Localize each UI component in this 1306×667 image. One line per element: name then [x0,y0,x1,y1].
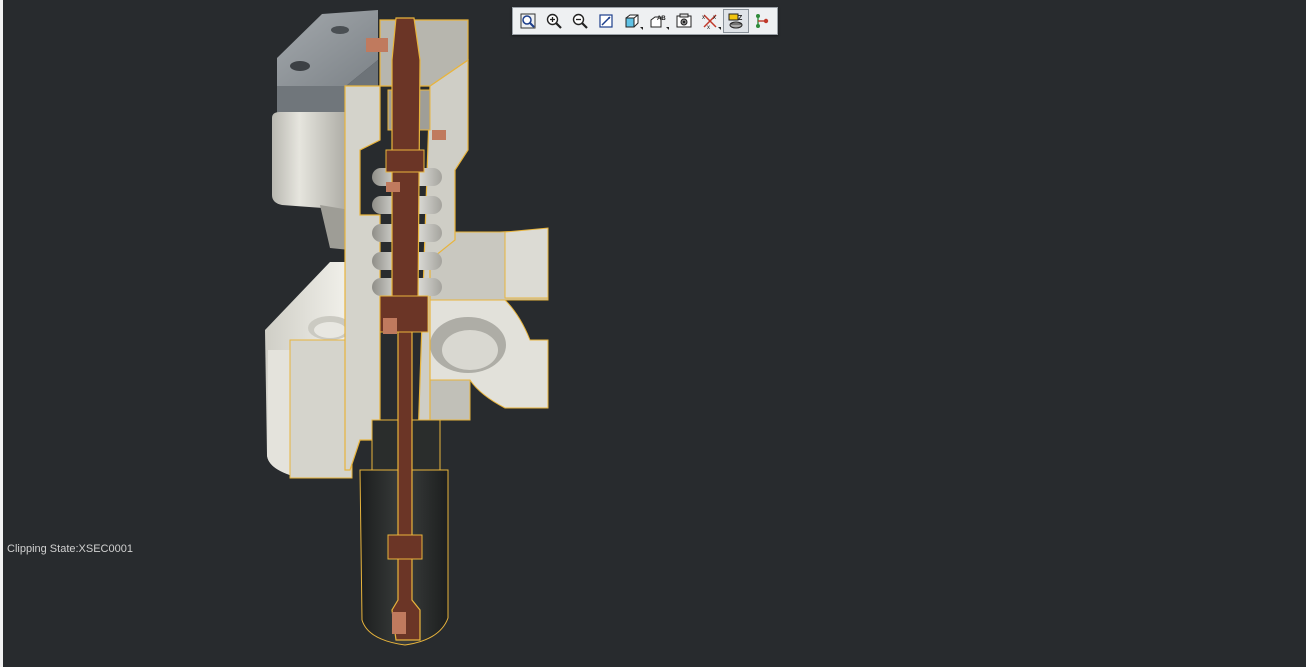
refit-icon [520,13,536,29]
svg-text:AB: AB [657,16,666,22]
repaint-icon [599,14,613,28]
svg-text:x: x [707,25,710,30]
window-edge [0,0,3,667]
datum-display-button[interactable]: x x x [697,9,723,33]
svg-text:Z: Z [738,15,743,22]
view-toolbar: AB x x x Z [512,7,778,35]
zoom-in-button[interactable] [541,9,567,33]
zoom-in-icon [546,13,562,29]
annotation-display-button[interactable]: Z [723,9,749,33]
svg-text:x: x [702,15,705,21]
saved-orientations-icon: AB [650,16,666,28]
right-port [429,227,549,421]
repaint-button[interactable] [593,9,619,33]
graphics-viewport[interactable]: AB x x x Z Clipping State:XSEC0001 [0,0,1306,667]
upper-body [272,112,350,250]
spin-center-icon [756,14,769,28]
view-manager-button[interactable] [671,9,697,33]
refit-button[interactable] [515,9,541,33]
annotation-display-icon: Z [728,13,743,29]
zoom-out-icon [572,13,588,29]
zoom-out-button[interactable] [567,9,593,33]
clipping-state-label: Clipping State:XSEC0001 [7,543,133,555]
cross-section-model[interactable] [250,0,570,660]
left-flange [265,262,353,479]
view-manager-icon [676,13,692,28]
spin-center-button[interactable] [749,9,775,33]
display-style-button[interactable] [619,9,645,33]
display-style-icon [625,14,639,28]
saved-orientations-button[interactable]: AB [645,9,671,33]
svg-text:x: x [713,15,716,21]
datum-display-icon: x x x [702,14,717,30]
